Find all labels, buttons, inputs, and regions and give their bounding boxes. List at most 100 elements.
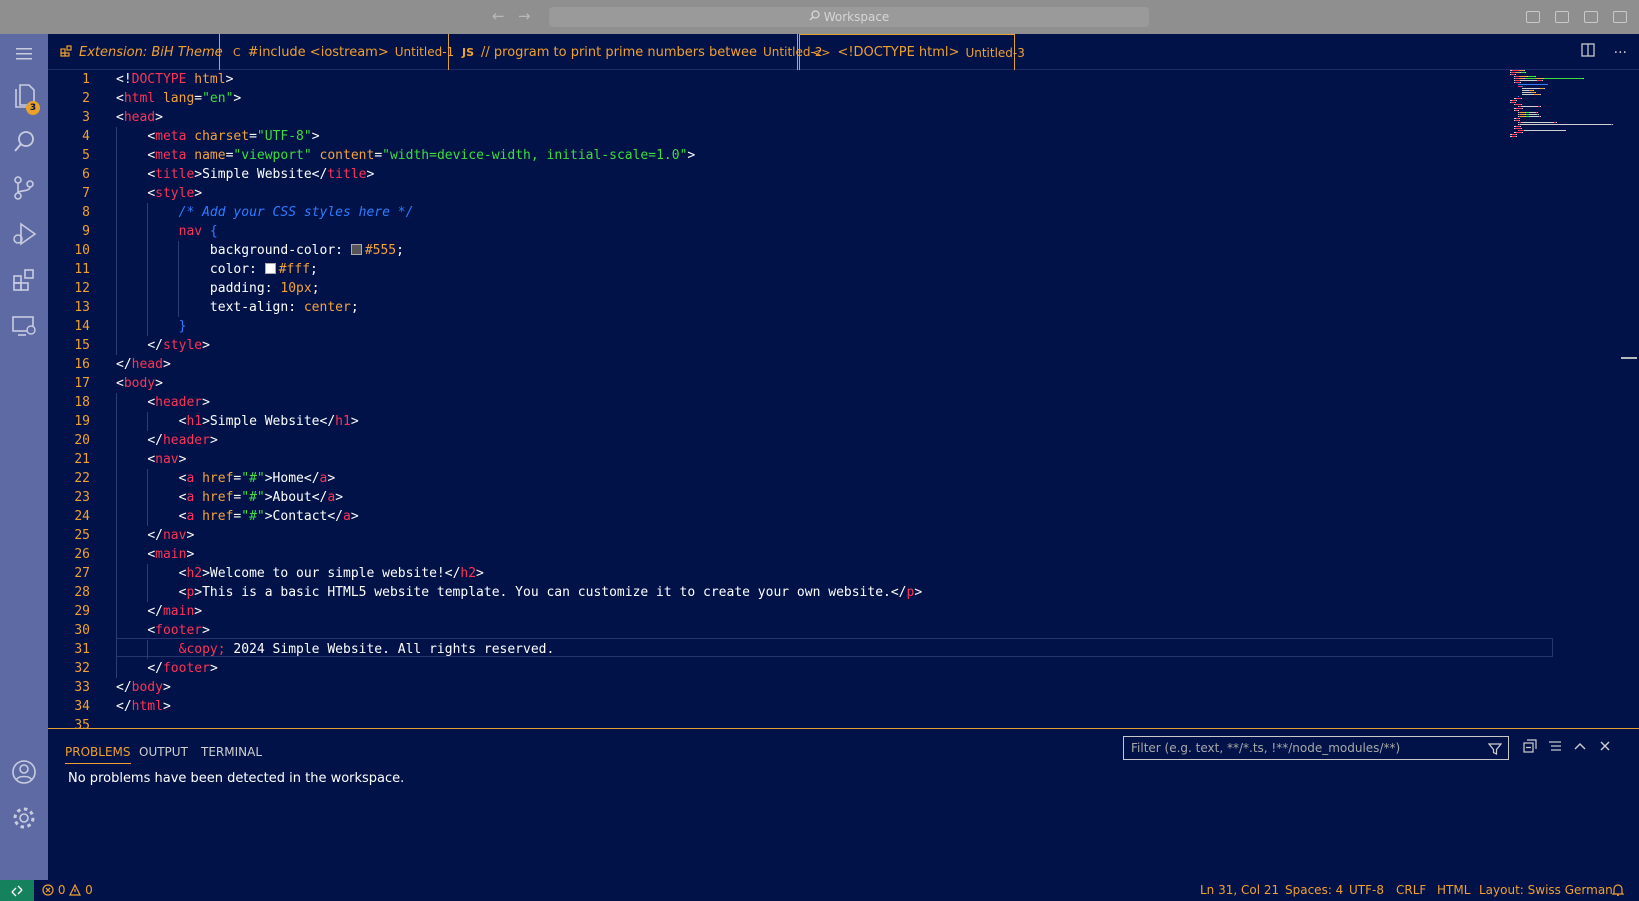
- split-editor-icon[interactable]: [1581, 43, 1599, 61]
- code-line[interactable]: 6 <title>Simple Website</title>: [48, 165, 1639, 184]
- tab-untitled-1[interactable]: C #include <iostream> Untitled-1: [221, 34, 454, 70]
- forward-arrow-icon[interactable]: →: [518, 7, 531, 25]
- code-line[interactable]: 32 </footer>: [48, 659, 1639, 678]
- toggle-secondary-sidebar-icon[interactable]: [1583, 11, 1598, 23]
- keyboard-layout[interactable]: Layout: Swiss German: [1479, 883, 1613, 897]
- code-token: head: [123, 110, 156, 125]
- code-line[interactable]: 25 </nav>: [48, 526, 1639, 545]
- code-token: >: [162, 680, 171, 695]
- code-line[interactable]: 23 <a href="#">About</a>: [48, 488, 1639, 507]
- line-number: 21: [74, 452, 90, 467]
- code-line[interactable]: 26 <main>: [48, 545, 1639, 564]
- code-token: meta: [155, 148, 187, 163]
- line-number: 26: [74, 547, 90, 562]
- code-line[interactable]: 11 color: #fff;: [48, 260, 1639, 279]
- code-line[interactable]: 8 /* Add your CSS styles here */: [48, 203, 1639, 222]
- cursor-position[interactable]: Ln 31, Col 21: [1200, 883, 1279, 897]
- tab-untitled-3[interactable]: <> <!DOCTYPE html> Untitled-3: [799, 34, 1025, 70]
- tab-untitled-2[interactable]: JS // program to print prime numbers bet…: [450, 34, 822, 70]
- code-line[interactable]: 31 &copy; 2024 Simple Website. All right…: [48, 640, 1639, 659]
- code-line[interactable]: 20 </header>: [48, 431, 1639, 450]
- code-line[interactable]: 14 }: [48, 317, 1639, 336]
- problems-filter-input[interactable]: Filter (e.g. text, **/*.ts, !**/node_mod…: [1123, 736, 1509, 760]
- code-line[interactable]: 9 nav {: [48, 222, 1639, 241]
- minimap-line: [1535, 78, 1543, 79]
- more-actions-icon[interactable]: ···: [1614, 45, 1627, 61]
- toggle-primary-sidebar-icon[interactable]: [1525, 11, 1540, 23]
- filter-icon[interactable]: [1487, 741, 1503, 763]
- code-line[interactable]: 17 <body>: [48, 374, 1639, 393]
- minimap-line: [1540, 116, 1541, 117]
- run-debug-icon[interactable]: [0, 214, 48, 254]
- code-line[interactable]: 12 padding: 10px;: [48, 279, 1639, 298]
- code-line[interactable]: 13 text-align: center;: [48, 298, 1639, 317]
- panel-tab-output[interactable]: OUTPUT: [139, 745, 188, 759]
- color-swatch[interactable]: [350, 244, 362, 255]
- panel-tab-terminal[interactable]: TERMINAL: [201, 745, 262, 759]
- account-icon[interactable]: [0, 752, 48, 792]
- close-panel-icon[interactable]: [1598, 739, 1612, 757]
- code-line[interactable]: 15 </style>: [48, 336, 1639, 355]
- code-line[interactable]: 18 <header>: [48, 393, 1639, 412]
- line-code: <html lang="en">: [116, 89, 241, 108]
- code-token: >: [209, 661, 218, 676]
- menu-icon[interactable]: [0, 34, 48, 74]
- problems-status[interactable]: 0 0: [42, 883, 93, 897]
- code-line[interactable]: 29 </main>: [48, 602, 1639, 621]
- view-as-tree-icon[interactable]: [1548, 739, 1562, 757]
- indentation[interactable]: Spaces: 4: [1285, 883, 1343, 897]
- customize-layout-icon[interactable]: [1613, 11, 1627, 23]
- code-editor[interactable]: 1 <!DOCTYPE html> 2 <html lang="en"> 3 <head>…: [48, 70, 1639, 728]
- editor-tabs: Extension: BiH Theme C #include <iostrea…: [48, 34, 1639, 70]
- remote-indicator-icon[interactable]: [0, 880, 34, 901]
- code-line[interactable]: 22 <a href="#">Home</a>: [48, 469, 1639, 488]
- maximize-panel-icon[interactable]: [1573, 739, 1587, 757]
- source-control-icon[interactable]: [0, 168, 48, 208]
- code-line[interactable]: 2 <html lang="en">: [48, 89, 1639, 108]
- code-token: /* Add your CSS styles here */: [178, 205, 414, 220]
- code-token: lang: [155, 91, 195, 106]
- code-line[interactable]: 19 <h1>Simple Website</h1>: [48, 412, 1639, 431]
- code-line[interactable]: 27 <h2>Welcome to our simple website!</h…: [48, 564, 1639, 583]
- code-line[interactable]: 35: [48, 716, 1639, 728]
- code-line[interactable]: 7 <style>: [48, 184, 1639, 203]
- minimap[interactable]: [1510, 70, 1620, 170]
- remote-explorer-icon[interactable]: [0, 306, 48, 346]
- code-token: text-align:: [209, 300, 304, 315]
- line-code: <head>: [116, 108, 163, 127]
- code-line[interactable]: 30 <footer>: [48, 621, 1639, 640]
- files-icon[interactable]: 3: [0, 76, 48, 116]
- command-center-search[interactable]: Workspace: [549, 7, 1149, 27]
- extensions-icon[interactable]: [0, 260, 48, 300]
- panel-tab-problems[interactable]: PROBLEMS: [65, 745, 131, 764]
- code-line[interactable]: 5 <meta name="viewport" content="width=d…: [48, 146, 1639, 165]
- minimap-line: [1520, 82, 1521, 83]
- scrollbar-position-marker[interactable]: [1621, 357, 1637, 359]
- code-token: h1: [186, 414, 203, 429]
- back-arrow-icon[interactable]: ←: [492, 7, 505, 25]
- code-line[interactable]: 24 <a href="#">Contact</a>: [48, 507, 1639, 526]
- encoding[interactable]: UTF-8: [1349, 883, 1384, 897]
- code-line[interactable]: 4 <meta charset="UTF-8">: [48, 127, 1639, 146]
- minimap-line: [1533, 90, 1534, 91]
- code-line[interactable]: 10 background-color: #555;: [48, 241, 1639, 260]
- search-icon[interactable]: [0, 122, 48, 162]
- language-mode[interactable]: HTML: [1437, 883, 1470, 897]
- code-line[interactable]: 16 </head>: [48, 355, 1639, 374]
- code-line[interactable]: 1 <!DOCTYPE html>: [48, 70, 1639, 89]
- code-line[interactable]: 21 <nav>: [48, 450, 1639, 469]
- code-line[interactable]: 34 </html>: [48, 697, 1639, 716]
- tab-extension-bih-theme[interactable]: Extension: BiH Theme: [48, 34, 223, 70]
- code-line[interactable]: 3 <head>: [48, 108, 1639, 127]
- code-line[interactable]: 28 <p>This is a basic HTML5 website temp…: [48, 583, 1639, 602]
- settings-gear-icon[interactable]: [0, 798, 48, 838]
- collapse-all-icon[interactable]: [1523, 739, 1537, 757]
- toggle-panel-icon[interactable]: [1554, 11, 1569, 23]
- bell-icon[interactable]: [1611, 883, 1625, 899]
- color-swatch[interactable]: [264, 263, 276, 274]
- minimap-line: [1516, 136, 1517, 137]
- code-token: "#": [241, 509, 265, 524]
- code-token: </: [116, 680, 132, 695]
- end-of-line[interactable]: CRLF: [1396, 883, 1426, 897]
- code-line[interactable]: 33 </body>: [48, 678, 1639, 697]
